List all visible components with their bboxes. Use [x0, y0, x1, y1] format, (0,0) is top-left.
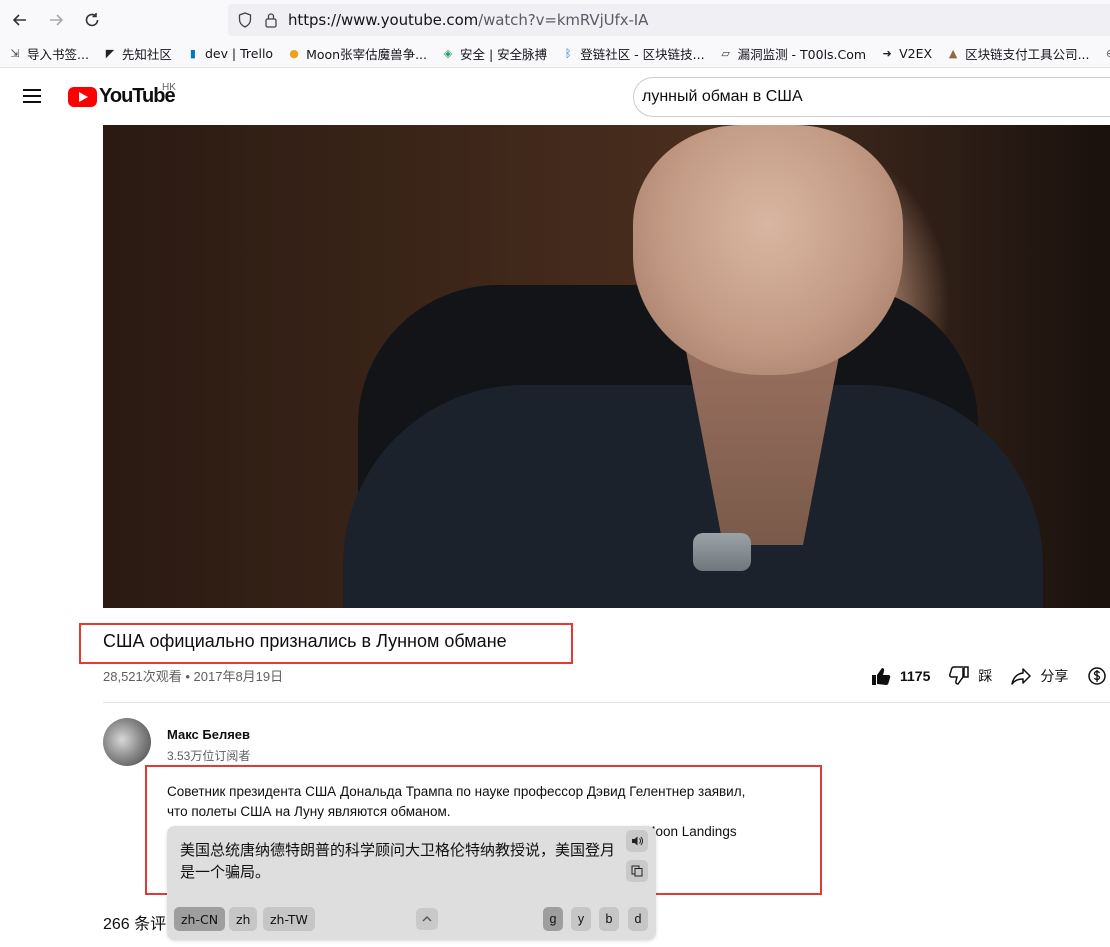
thumbs-down-icon: [948, 665, 970, 687]
bookmark-item[interactable]: ⇲ 导入书签...: [8, 44, 89, 63]
video-title: США официально признались в Лунном обман…: [103, 631, 507, 651]
dollar-heart-icon: [1086, 665, 1108, 687]
bookmark-item[interactable]: ➜ V2EX: [880, 46, 932, 61]
share-arrow-icon: [1010, 665, 1032, 687]
video-frame-microphone: [693, 533, 751, 571]
language-zh-button[interactable]: zh: [229, 907, 258, 931]
bookmark-label: V2EX: [899, 46, 933, 61]
like-count: 1175: [900, 668, 931, 684]
video-frame-shirt: [343, 385, 1043, 608]
bookmark-item[interactable]: ▮ dev | Trello: [186, 46, 273, 61]
chevron-up-icon[interactable]: [416, 908, 438, 930]
bookmarks-bar: ⇲ 导入书签... ◤ 先知社区 ▮ dev | Trello ● Moon张宰估魔兽争...…: [0, 40, 1110, 68]
trello-icon: ▮: [189, 47, 196, 60]
shield-green-icon: ◈: [443, 47, 453, 60]
video-frame-face: [633, 125, 903, 375]
address-bar[interactable]: https://www.youtube.com/watch?v=kmRVjUfx…: [228, 4, 1110, 36]
section-divider: [103, 702, 1110, 703]
engine-d-button[interactable]: d: [628, 907, 648, 931]
bookmark-item[interactable]: ◤ 先知社区: [103, 44, 172, 63]
bookmark-label: dev | Trello: [204, 46, 274, 61]
comments-count: 266 条评: [103, 916, 167, 933]
globe-icon: ⊕: [1103, 47, 1110, 61]
reload-icon[interactable]: [80, 8, 104, 32]
bookmark-item[interactable]: ▲ 区块链支付工具公司...: [946, 44, 1090, 63]
engine-b-button[interactable]: b: [599, 907, 619, 931]
dislike-button[interactable]: 踩: [948, 665, 992, 687]
youtube-play-icon: [68, 86, 97, 107]
video-view-count-date: 28,521次观看 • 2017年8月19日: [103, 669, 284, 684]
engine-y-button[interactable]: y: [571, 907, 591, 931]
youtube-logo[interactable]: YouTube: [68, 85, 176, 108]
description-line-1: Советник президента США Дональда Трампа …: [167, 784, 746, 799]
language-zh-cn-button[interactable]: zh-CN: [174, 907, 226, 931]
dislike-label: 踩: [978, 668, 993, 684]
bookmark-label: 安全 | 安全脉搏: [460, 47, 548, 62]
bluetooth-icon: ᛒ: [564, 47, 572, 60]
description-line-2: что полеты США на Луну являются обманом.: [167, 804, 451, 819]
speaker-icon[interactable]: [626, 830, 648, 852]
language-zh-tw-button[interactable]: zh-TW: [263, 907, 315, 931]
url-text: https://www.youtube.com/watch?v=kmRVjUfx…: [288, 11, 648, 29]
search-query-text: лунный обман в США: [642, 88, 803, 105]
bookmark-item[interactable]: ◈ 安全 | 安全脉搏: [441, 44, 547, 63]
bookmark-label: 导入书签...: [27, 47, 89, 62]
shield-icon[interactable]: [236, 11, 254, 29]
bookmark-label: 先知社区: [121, 47, 172, 62]
share-label: 分享: [1040, 668, 1069, 684]
video-actions: 1175 踩 分享: [870, 664, 1110, 688]
url-path: /watch?v=kmRVjUfx-IA: [478, 11, 649, 29]
tools-icon: ▱: [721, 47, 730, 60]
translation-popup: 美国总统唐纳德特朗普的科学顾问大卫格伦特纳教授说，美国登月是一个骗局。 zh-C…: [167, 826, 656, 940]
channel-name[interactable]: Макс Беляев: [167, 727, 250, 742]
bookmark-label: 区块链支付工具公司...: [965, 47, 1090, 62]
forward-arrow-icon[interactable]: [44, 8, 68, 32]
copy-icon[interactable]: [626, 860, 648, 882]
bookmark-label: 漏洞监测 - T00ls.Com: [737, 47, 867, 62]
back-arrow-icon[interactable]: [8, 8, 32, 32]
lock-icon[interactable]: [262, 11, 280, 29]
bookmark-item[interactable]: ⊕X: [1103, 46, 1110, 61]
xianzhi-icon: ◤: [105, 47, 115, 60]
region-code: HK: [162, 82, 176, 93]
share-button[interactable]: 分享: [1010, 665, 1068, 687]
search-input[interactable]: лунный обман в США: [633, 77, 1110, 117]
bookmark-item[interactable]: ▱ 漏洞监测 - T00ls.Com: [719, 44, 867, 63]
pay-icon: ▲: [948, 47, 958, 60]
translated-text: 美国总统唐纳德特朗普的科学顾问大卫格伦特纳教授说，美国登月是一个骗局。: [180, 841, 616, 881]
youtube-header: YouTube HK лунный обман в США: [0, 68, 1110, 125]
video-player[interactable]: [103, 125, 1110, 608]
like-button[interactable]: 1175: [870, 665, 930, 687]
engine-g-button[interactable]: g: [543, 907, 563, 931]
thanks-button[interactable]: [1086, 665, 1110, 687]
moon-icon: ●: [289, 47, 299, 60]
subscriber-count: 3.53万位订阅者: [167, 749, 251, 763]
channel-avatar[interactable]: [103, 718, 151, 766]
hamburger-menu-icon[interactable]: [20, 86, 44, 106]
v2ex-icon: ➜: [882, 47, 892, 60]
import-icon: ⇲: [10, 47, 20, 60]
thumbs-up-icon: [870, 665, 892, 687]
bookmark-label: 登链社区 - 区块链技...: [580, 47, 705, 62]
url-host: https://www.youtube.com: [288, 11, 479, 29]
bookmark-item[interactable]: ● Moon张宰估魔兽争...: [287, 44, 427, 63]
bookmark-item[interactable]: ᛒ 登链社区 - 区块链技...: [561, 44, 705, 63]
browser-toolbar: https://www.youtube.com/watch?v=kmRVjUfx…: [0, 0, 1110, 40]
bookmark-label: Moon张宰估魔兽争...: [306, 47, 428, 62]
